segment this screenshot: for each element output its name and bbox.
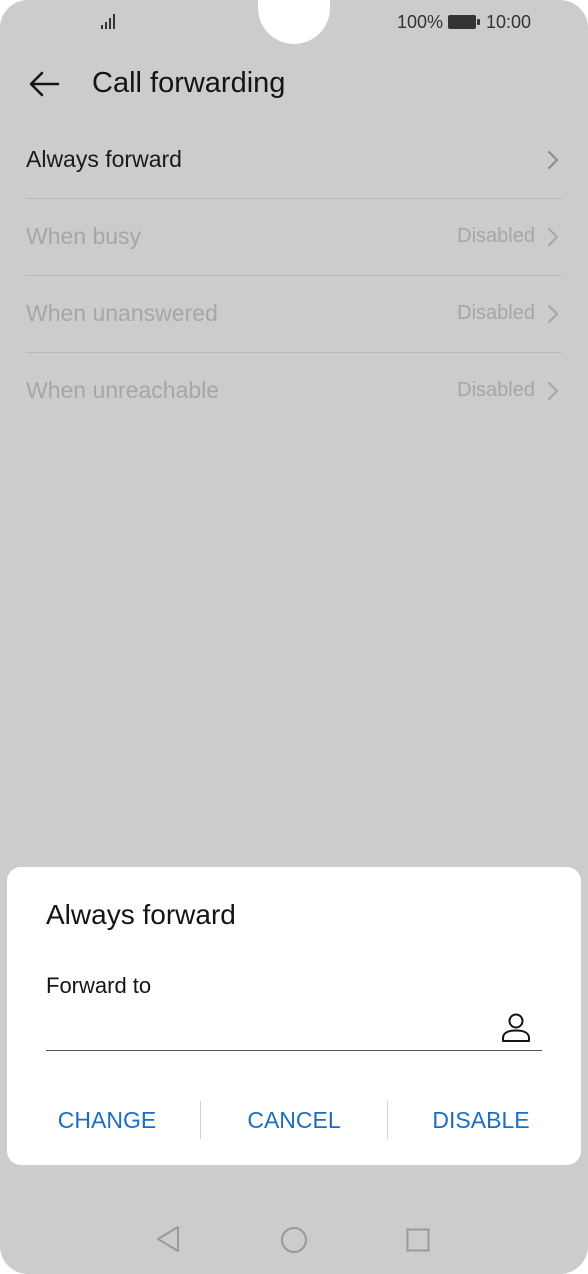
list-item-always-forward[interactable]: Always forward: [26, 122, 562, 199]
list-item-label: When unanswered: [26, 300, 218, 326]
list-item-label: When busy: [26, 223, 142, 249]
forwarding-options-list: Always forward When busy Disabled When u…: [0, 122, 588, 429]
chevron-right-icon: [548, 151, 558, 169]
cancel-button[interactable]: CANCEL: [201, 1099, 387, 1141]
list-item-when-unreachable[interactable]: When unreachable Disabled: [26, 353, 562, 429]
nav-recents-icon[interactable]: [406, 1228, 430, 1252]
always-forward-dialog: Always forward Forward to CHANGE CANCEL …: [7, 867, 581, 1165]
chevron-right-icon: [548, 305, 558, 323]
nav-back-icon[interactable]: [154, 1224, 182, 1254]
chevron-right-icon: [548, 228, 558, 246]
battery-icon: [448, 15, 480, 29]
nav-home-icon[interactable]: [280, 1226, 308, 1254]
forward-to-input[interactable]: [46, 999, 542, 1051]
list-item-when-unanswered[interactable]: When unanswered Disabled: [26, 276, 562, 353]
chevron-right-icon: [548, 382, 558, 400]
signal-icon: [101, 14, 115, 29]
camera-notch: [258, 0, 330, 44]
dialog-actions: CHANGE CANCEL DISABLE: [7, 1099, 581, 1141]
phone-screen: 100% 10:00 Call forwarding Always forwar…: [0, 0, 588, 1274]
page-title: Call forwarding: [92, 67, 286, 99]
forward-to-label: Forward to: [46, 973, 152, 998]
list-item-label: When unreachable: [26, 377, 220, 403]
dialog-title: Always forward: [46, 899, 236, 930]
change-button[interactable]: CHANGE: [14, 1099, 200, 1141]
disable-button[interactable]: DISABLE: [388, 1099, 574, 1141]
battery-percentage: 100%: [397, 12, 444, 32]
list-item-status: Disabled: [457, 302, 535, 324]
status-time: 10:00: [486, 12, 532, 32]
list-item-status: Disabled: [457, 225, 535, 247]
status-bar: 100% 10:00: [0, 0, 588, 46]
navigation-bar: [0, 1210, 588, 1270]
contact-person-icon[interactable]: [499, 1011, 533, 1045]
list-item-status: Disabled: [457, 379, 535, 401]
list-item-when-busy[interactable]: When busy Disabled: [26, 199, 562, 276]
list-item-label: Always forward: [26, 146, 182, 172]
back-arrow-icon[interactable]: [26, 66, 62, 102]
app-bar: Call forwarding: [0, 46, 588, 122]
